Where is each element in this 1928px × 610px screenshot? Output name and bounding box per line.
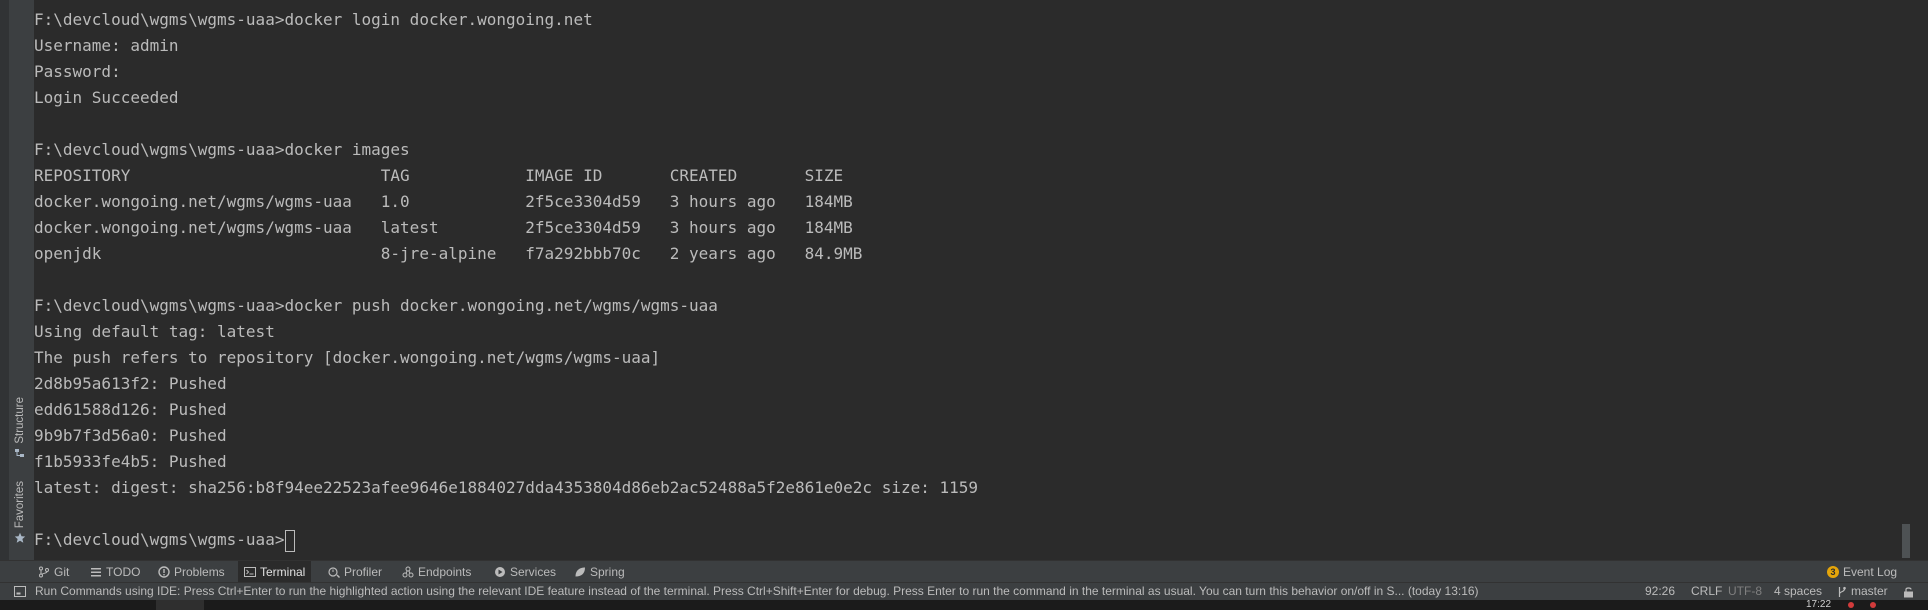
tab-git-label: Git: [54, 564, 70, 579]
terminal-line: 2d8b95a613f2: Pushed: [34, 374, 227, 393]
tab-git[interactable]: Git: [32, 561, 75, 582]
status-bar: Run Commands using IDE: Press Ctrl+Enter…: [0, 582, 1928, 600]
tool-window-bar: Git TODO Problems Terminal Profiler Endp…: [0, 560, 1928, 582]
os-taskbar: 17:22: [0, 600, 1928, 610]
structure-tab[interactable]: Structure: [11, 397, 29, 460]
structure-tab-label: Structure: [14, 397, 26, 444]
terminal-line: Login Succeeded: [34, 88, 179, 107]
terminal-line: Username: admin: [34, 36, 179, 55]
tab-problems-label: Problems: [174, 564, 225, 579]
taskbar-clock[interactable]: 17:22: [1806, 600, 1831, 610]
window-edge: [0, 0, 9, 560]
terminal-line: Using default tag: latest: [34, 322, 275, 341]
list-icon: [91, 567, 101, 576]
problems-icon: [158, 565, 170, 578]
terminal-prompt-line[interactable]: F:\devcloud\wgms\wgms-uaa>: [34, 527, 978, 553]
terminal-output[interactable]: F:\devcloud\wgms\wgms-uaa>docker login d…: [34, 7, 978, 553]
endpoints-icon: [402, 566, 414, 577]
terminal-cursor[interactable]: [285, 529, 296, 552]
taskbar-app-button[interactable]: [156, 600, 204, 610]
scrollbar-thumb[interactable]: [1902, 524, 1910, 558]
terminal-line: 9b9b7f3d56a0: Pushed: [34, 426, 227, 445]
notification-indicator[interactable]: [1848, 602, 1854, 608]
services-icon: [495, 566, 505, 577]
favorites-tab-label: Favorites: [14, 481, 26, 529]
git-branch-icon: [39, 566, 49, 577]
terminal-line: latest: digest: sha256:b8f94ee22523afee9…: [34, 478, 979, 497]
terminal-line: openjdk 8-jre-alpine f7a292bbb70c 2 year…: [34, 244, 863, 263]
terminal-line: F:\devcloud\wgms\wgms-uaa>docker login d…: [34, 10, 593, 29]
terminal-line: F:\devcloud\wgms\wgms-uaa>docker push do…: [34, 296, 718, 315]
status-message[interactable]: Run Commands using IDE: Press Ctrl+Enter…: [35, 583, 1479, 600]
tab-services-label: Services: [510, 564, 557, 579]
tab-profiler[interactable]: Profiler: [322, 561, 388, 582]
git-branch[interactable]: master: [1851, 583, 1888, 600]
event-log-count: 3: [1830, 567, 1835, 577]
tab-spring[interactable]: Spring: [568, 561, 631, 582]
terminal-line: f1b5933fe4b5: Pushed: [34, 452, 227, 471]
status-toggle-icon[interactable]: [14, 586, 26, 597]
terminal-line: Password:: [34, 62, 121, 81]
tab-terminal[interactable]: Terminal: [238, 561, 312, 582]
notification-indicator[interactable]: [1870, 602, 1876, 608]
terminal-line: The push refers to repository [docker.wo…: [34, 348, 661, 367]
tab-profiler-label: Profiler: [344, 564, 383, 579]
git-branch-icon: [1838, 586, 1846, 597]
spring-leaf-icon: [575, 567, 585, 576]
tab-todo[interactable]: TODO: [84, 561, 146, 582]
lock-icon[interactable]: [1903, 586, 1914, 598]
terminal-line: edd61588d126: Pushed: [34, 400, 227, 419]
star-icon: [14, 533, 26, 544]
tab-endpoints-label: Endpoints: [418, 564, 472, 579]
tab-todo-label: TODO: [106, 564, 141, 579]
terminal-scrollbar[interactable]: [1896, 0, 1928, 560]
event-log-tab[interactable]: 3 Event Log: [1821, 561, 1903, 582]
left-tool-strip: Structure Favorites: [0, 0, 35, 560]
terminal-panel[interactable]: F:\devcloud\wgms\wgms-uaa>docker login d…: [34, 0, 1896, 560]
file-encoding[interactable]: UTF-8: [1728, 583, 1762, 600]
terminal-line: F:\devcloud\wgms\wgms-uaa>docker images: [34, 140, 410, 159]
tab-problems[interactable]: Problems: [152, 561, 231, 582]
tab-services[interactable]: Services: [488, 561, 562, 582]
structure-icon: [15, 448, 24, 457]
favorites-tab[interactable]: Favorites: [11, 481, 29, 544]
indent-setting[interactable]: 4 spaces: [1774, 583, 1822, 600]
profiler-icon: [328, 566, 340, 578]
tab-endpoints[interactable]: Endpoints: [396, 561, 477, 582]
terminal-line: REPOSITORY TAG IMAGE ID CREATED SIZE: [34, 166, 844, 185]
event-log-label: Event Log: [1843, 564, 1898, 579]
event-log-badge-icon: 3: [1827, 565, 1839, 578]
tab-spring-label: Spring: [590, 564, 625, 579]
caret-position[interactable]: 92:26: [1645, 583, 1675, 600]
line-separator[interactable]: CRLF: [1691, 583, 1722, 600]
terminal-icon: [244, 566, 256, 577]
tab-terminal-label: Terminal: [260, 564, 306, 579]
terminal-line: docker.wongoing.net/wgms/wgms-uaa 1.0 2f…: [34, 192, 853, 211]
terminal-prompt: F:\devcloud\wgms\wgms-uaa>: [34, 530, 285, 549]
terminal-line: docker.wongoing.net/wgms/wgms-uaa latest…: [34, 218, 853, 237]
